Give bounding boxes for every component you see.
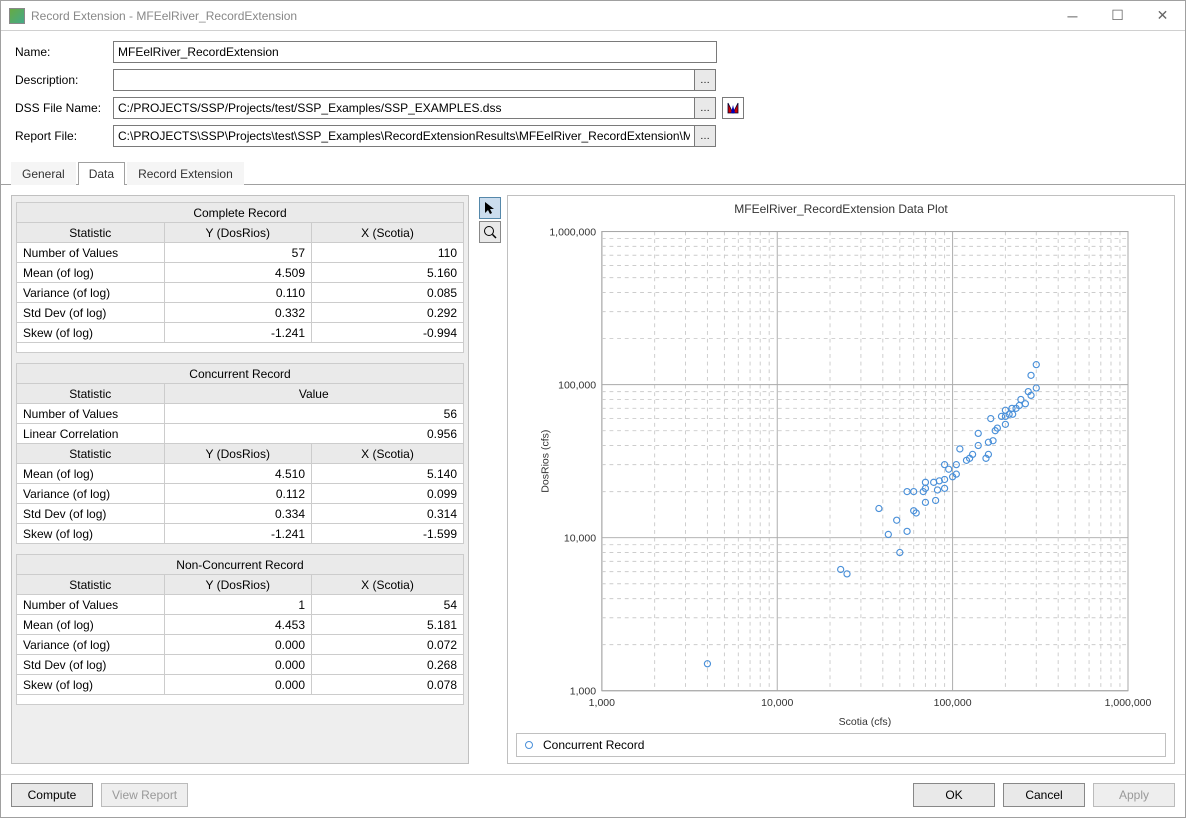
close-button[interactable]: ✕ — [1140, 1, 1185, 30]
maximize-button[interactable]: ☐ — [1095, 1, 1140, 30]
minimize-button[interactable]: ─ — [1050, 1, 1095, 30]
tab-general[interactable]: General — [11, 162, 76, 185]
app-icon — [9, 8, 25, 24]
y-axis-label: DosRios (cfs) — [539, 430, 551, 493]
dss-browse-button[interactable]: … — [694, 97, 716, 119]
description-input[interactable] — [113, 69, 695, 91]
description-browse-button[interactable]: … — [694, 69, 716, 91]
svg-text:1,000: 1,000 — [570, 686, 596, 698]
pointer-icon — [484, 201, 496, 215]
plot-title: MFEelRiver_RecordExtension Data Plot — [516, 200, 1166, 222]
histogram-icon — [726, 101, 740, 115]
svg-text:1,000: 1,000 — [589, 697, 615, 709]
nonconcurrent-record-table: Non-Concurrent Record Statistic Y (DosRi… — [16, 554, 464, 705]
apply-button[interactable]: Apply — [1093, 783, 1175, 807]
scatter-plot[interactable]: Scotia (cfs) DosRios (cfs) 1,000 10,000 … — [516, 222, 1166, 729]
svg-text:1,000,000: 1,000,000 — [1105, 697, 1152, 709]
name-input[interactable] — [113, 41, 717, 63]
concurrent-record-title: Concurrent Record — [17, 364, 464, 384]
svg-text:1,000,000: 1,000,000 — [549, 226, 596, 238]
titlebar: Record Extension - MFEelRiver_RecordExte… — [1, 1, 1185, 31]
app-window: Record Extension - MFEelRiver_RecordExte… — [0, 0, 1186, 818]
plot-toolbar — [479, 195, 501, 764]
view-report-button[interactable]: View Report — [101, 783, 188, 807]
ok-button[interactable]: OK — [913, 783, 995, 807]
statistics-panel: Complete Record Statistic Y (DosRios) X … — [11, 195, 469, 764]
description-label: Description: — [15, 73, 113, 87]
plot-legend: Concurrent Record — [516, 733, 1166, 757]
legend-label: Concurrent Record — [543, 738, 644, 752]
plot-panel: MFEelRiver_RecordExtension Data Plot Sco… — [479, 195, 1175, 764]
complete-record-table: Complete Record Statistic Y (DosRios) X … — [16, 202, 464, 353]
plot-area: MFEelRiver_RecordExtension Data Plot Sco… — [507, 195, 1175, 764]
dss-file-label: DSS File Name: — [15, 101, 113, 115]
button-bar: Compute View Report OK Cancel Apply — [1, 774, 1185, 817]
form-area: Name: Description: … DSS File Name: … Re… — [1, 31, 1185, 159]
x-axis-label: Scotia (cfs) — [839, 716, 892, 728]
window-title: Record Extension - MFEelRiver_RecordExte… — [31, 9, 1050, 23]
concurrent-record-table: Concurrent Record Statistic Value Number… — [16, 363, 464, 544]
tab-data-content: Complete Record Statistic Y (DosRios) X … — [1, 185, 1185, 774]
tab-record-extension[interactable]: Record Extension — [127, 162, 244, 185]
name-label: Name: — [15, 45, 113, 59]
pointer-tool-button[interactable] — [479, 197, 501, 219]
nonconcurrent-record-title: Non-Concurrent Record — [17, 555, 464, 575]
plot-icon-button[interactable] — [722, 97, 744, 119]
dss-file-input[interactable] — [113, 97, 695, 119]
report-browse-button[interactable]: … — [694, 125, 716, 147]
window-controls: ─ ☐ ✕ — [1050, 1, 1185, 30]
complete-record-title: Complete Record — [17, 203, 464, 223]
report-file-label: Report File: — [15, 129, 113, 143]
cancel-button[interactable]: Cancel — [1003, 783, 1085, 807]
compute-button[interactable]: Compute — [11, 783, 93, 807]
svg-text:10,000: 10,000 — [564, 533, 596, 545]
legend-marker-icon — [525, 741, 533, 749]
magnifier-icon — [483, 225, 497, 239]
svg-text:100,000: 100,000 — [558, 379, 596, 391]
zoom-tool-button[interactable] — [479, 221, 501, 243]
svg-text:10,000: 10,000 — [761, 697, 793, 709]
svg-text:100,000: 100,000 — [934, 697, 972, 709]
tab-data[interactable]: Data — [78, 162, 125, 185]
report-file-input[interactable] — [113, 125, 695, 147]
tab-strip: General Data Record Extension — [1, 161, 1185, 185]
